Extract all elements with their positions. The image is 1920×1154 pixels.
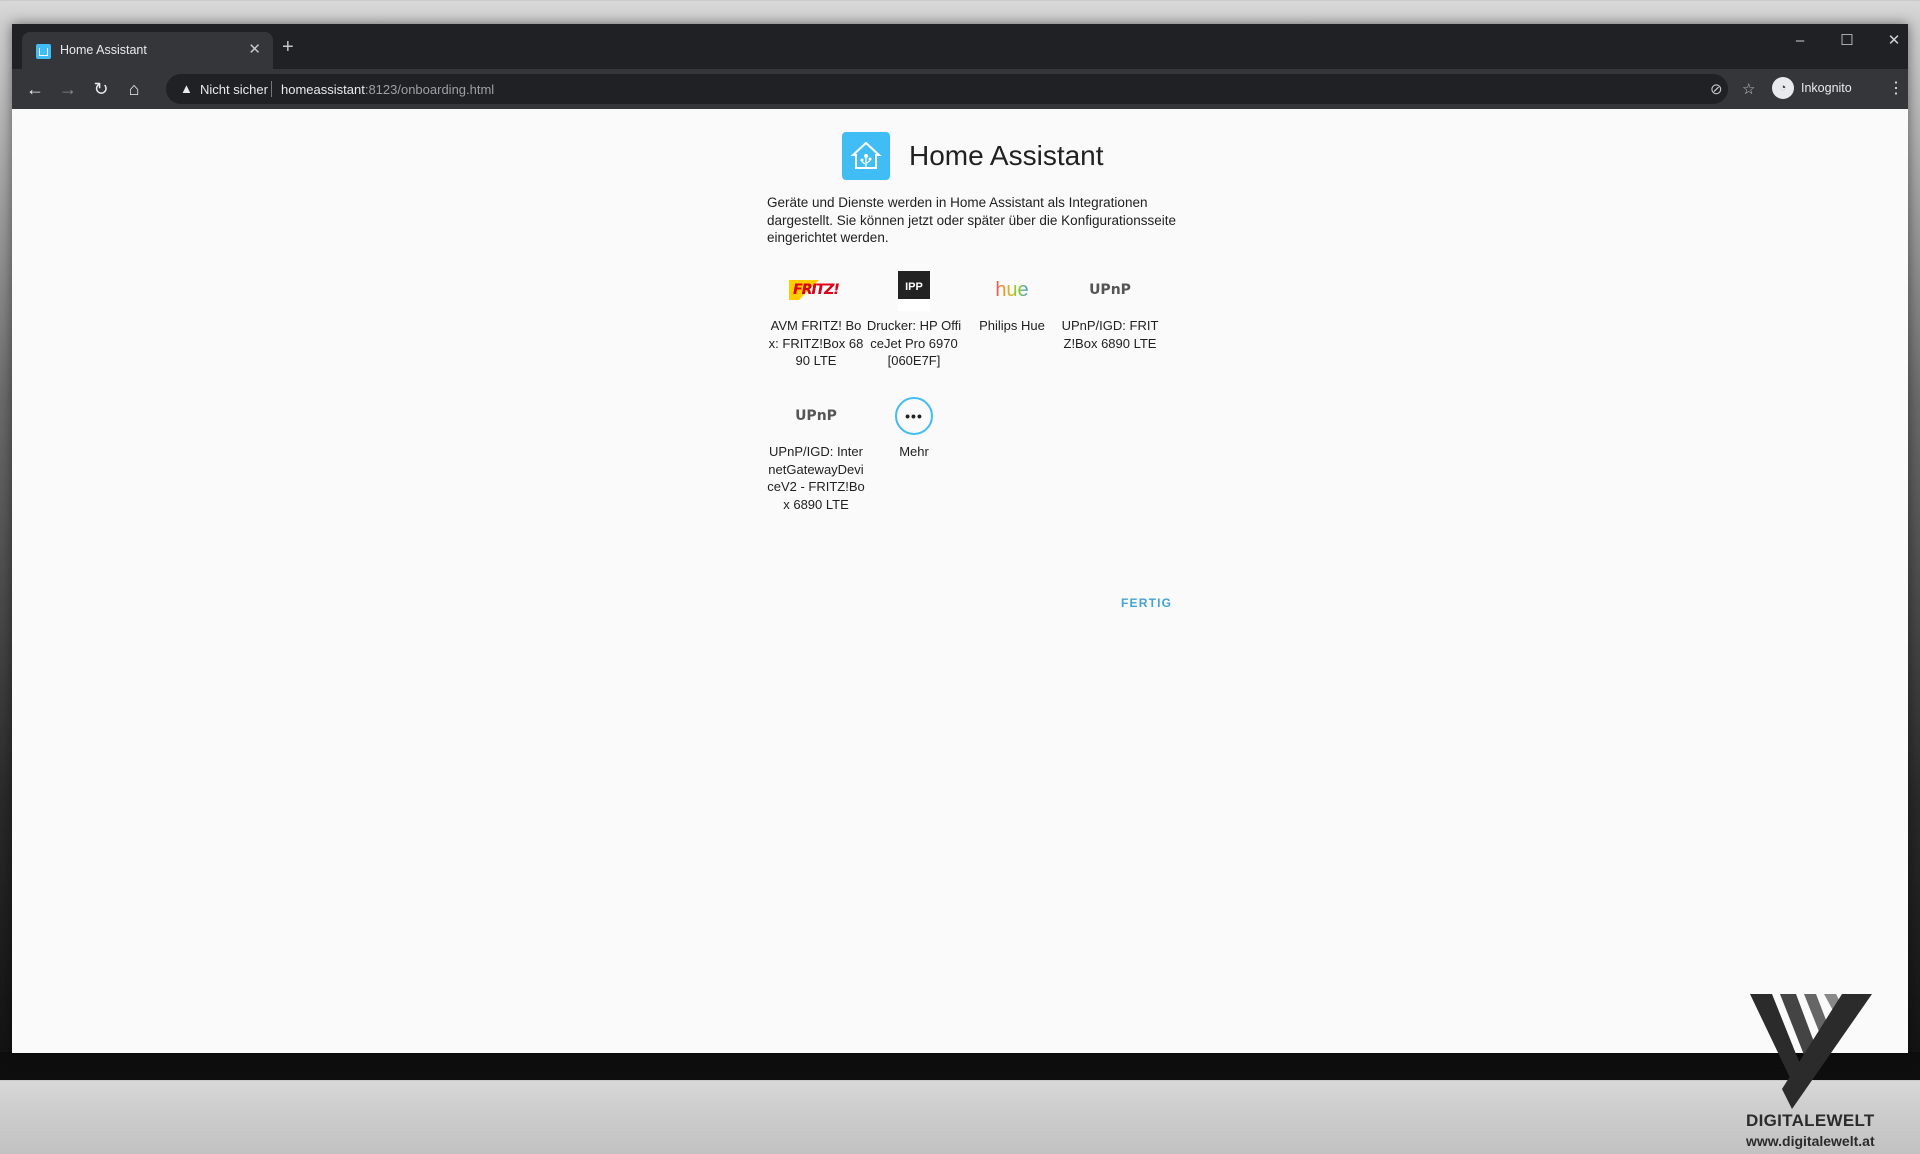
finish-button[interactable]: FERTIG <box>1121 596 1172 610</box>
minimize-button[interactable]: – <box>1790 32 1810 50</box>
address-bar[interactable]: ▲ Nicht sicher homeassistant:8123/onboar… <box>166 74 1755 104</box>
integration-label: Mehr <box>899 444 929 459</box>
integration-upnp-gateway[interactable]: UPnP UPnP/IGD: InternetGatewayDeviceV2 -… <box>767 395 865 513</box>
integration-label: UPnP/IGD: FRITZ!Box 6890 LTE <box>1061 318 1159 351</box>
url-text[interactable]: homeassistant:8123/onboarding.html <box>281 82 494 97</box>
security-status[interactable]: Nicht sicher <box>200 82 268 97</box>
warning-icon[interactable]: ▲ <box>180 81 193 96</box>
watermark-name: DIGITALEWELT <box>1746 1111 1875 1130</box>
more-integrations-button[interactable]: ••• Mehr <box>865 395 963 461</box>
incognito-icon: ◔ <box>1772 77 1794 99</box>
onboarding-page: Home Assistant Geräte und Dienste werden… <box>12 109 1908 1149</box>
home-icon[interactable]: ⌂ <box>123 78 145 100</box>
incognito-label: Inkognito <box>1801 81 1852 95</box>
url-path: :8123/onboarding.html <box>364 82 495 97</box>
watermark: DIGITALEWELT www.digitalewelt.at <box>1732 994 1892 1154</box>
watermark-url: www.digitalewelt.at <box>1746 1133 1875 1149</box>
intro-text: Geräte und Dienste werden in Home Assist… <box>767 195 1177 245</box>
integration-hue[interactable]: hue Philips Hue <box>963 269 1061 335</box>
integration-ipp[interactable]: IPP Drucker: HP OfficeJet Pro 6970 [060E… <box>865 269 963 370</box>
star-bookmark-icon[interactable]: ☆ <box>1742 80 1755 98</box>
fritz-logo-icon: FRITZ! <box>789 280 843 300</box>
more-dots-icon: ••• <box>895 397 933 435</box>
maximize-button[interactable]: ☐ <box>1837 32 1857 50</box>
tab-title: Home Assistant <box>60 43 147 57</box>
back-arrow-icon[interactable]: ← <box>24 78 46 100</box>
browser-window: Home Assistant ✕ + – ☐ ✕ ← → ↻ ⌂ ▲ Nicht… <box>12 24 1908 1149</box>
browser-toolbar: ← → ↻ ⌂ ▲ Nicht sicher homeassistant:812… <box>12 69 1908 109</box>
home-assistant-logo-icon <box>842 132 890 180</box>
upnp-logo-icon: UPnP <box>1089 282 1131 298</box>
integration-label: UPnP/IGD: InternetGatewayDeviceV2 - FRIT… <box>767 444 865 512</box>
upnp-logo-icon: UPnP <box>795 408 837 424</box>
close-window-button[interactable]: ✕ <box>1884 32 1904 50</box>
menu-icon[interactable]: ⋮ <box>1888 78 1904 98</box>
desktop-background <box>0 1052 1920 1080</box>
integration-label: Philips Hue <box>979 318 1045 333</box>
integration-label: Drucker: HP OfficeJet Pro 6970 [060E7F] <box>866 318 962 368</box>
integration-label: AVM FRITZ! Box: FRITZ!Box 6890 LTE <box>768 318 864 368</box>
integration-fritz[interactable]: FRITZ! AVM FRITZ! Box: FRITZ!Box 6890 LT… <box>767 269 865 370</box>
title-bar: Home Assistant ✕ + – ☐ ✕ <box>12 24 1908 69</box>
ipp-printer-logo-icon: IPP <box>898 271 930 311</box>
integration-upnp-fritzbox[interactable]: UPnP UPnP/IGD: FRITZ!Box 6890 LTE <box>1061 269 1159 352</box>
divider <box>271 81 272 97</box>
url-host: homeassistant <box>281 82 365 97</box>
new-tab-button[interactable]: + <box>282 37 294 57</box>
page-title: Home Assistant <box>909 140 1104 171</box>
browser-tab[interactable]: Home Assistant ✕ <box>22 32 273 69</box>
digitalewelt-logo-icon <box>1750 994 1872 1109</box>
tab-close-icon[interactable]: ✕ <box>248 41 261 59</box>
home-assistant-favicon-icon <box>36 44 51 59</box>
eye-off-icon[interactable]: ⊘ <box>1710 80 1723 98</box>
forward-arrow-icon[interactable]: → <box>57 78 79 100</box>
ipp-logo-text: IPP <box>905 281 923 293</box>
hue-logo-icon: hue <box>995 278 1029 301</box>
reload-icon[interactable]: ↻ <box>90 78 112 100</box>
